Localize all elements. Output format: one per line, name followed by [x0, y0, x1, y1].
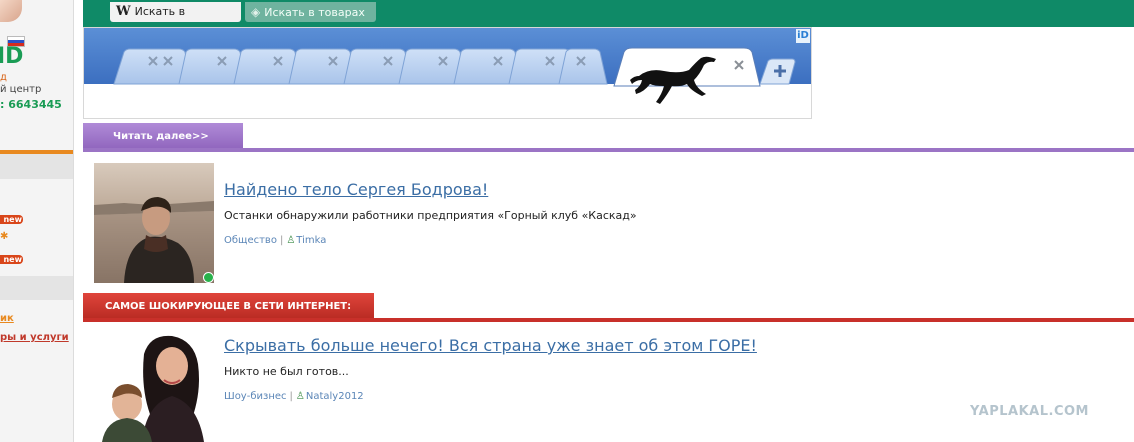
article-category[interactable]: Общество — [224, 235, 277, 246]
online-status-icon — [203, 272, 214, 283]
user-icon: ♙ — [295, 391, 305, 402]
sidebar-link[interactable]: ик — [0, 313, 14, 324]
user-icon: ♙ — [286, 235, 296, 246]
photo-woman-boy — [94, 334, 214, 442]
wiki-icon: W — [116, 4, 131, 19]
sidebar-link[interactable]: ры и услуги — [0, 332, 69, 343]
article-author[interactable]: Nataly2012 — [306, 391, 364, 402]
read-more-tab[interactable]: Читать далее>> — [83, 123, 243, 150]
eye-icon: ◈ — [251, 5, 261, 19]
avatar[interactable] — [0, 0, 22, 22]
sidebar-phone: : 6643445 — [0, 98, 62, 111]
sidebar-block — [0, 276, 73, 300]
sidebar-block — [0, 154, 73, 179]
search-bar: WИскать в интернете ◈Искать в товарах — [83, 0, 1134, 38]
article-description: Никто не был готов... — [224, 365, 349, 378]
article-meta: Общество | ♙Timka — [224, 235, 326, 246]
shocking-section-tab[interactable]: САМОЕ ШОКИРУЮЩЕЕ В СЕТИ ИНТЕРНЕТ: — [83, 293, 374, 320]
article-title[interactable]: Скрывать больше нечего! Вся страна уже з… — [224, 336, 757, 355]
article-category[interactable]: Шоу-бизнес — [224, 391, 287, 402]
new-badge: new — [0, 255, 23, 264]
ad-choices-icon[interactable]: iD — [796, 29, 810, 43]
ad-banner[interactable]: iD — [83, 27, 812, 119]
article-title[interactable]: Найдено тело Сергея Бодрова! — [224, 180, 488, 199]
meta-separator: | — [289, 391, 293, 402]
search-web-tab[interactable]: WИскать в интернете — [110, 2, 241, 38]
section-divider — [83, 148, 1134, 152]
new-badge: new — [0, 215, 23, 224]
article-author[interactable]: Timka — [296, 235, 326, 246]
section-divider — [83, 318, 1134, 322]
sidebar-logo-text: ID — [0, 44, 24, 69]
left-sidebar: ID д й центр : 6643445 new ✱ new ик ры и… — [0, 0, 74, 442]
meta-separator: | — [279, 235, 284, 246]
photo-man — [94, 163, 214, 283]
watermark: YAPLAKAL.COM — [970, 404, 1089, 419]
inactive-tabs — [113, 48, 608, 85]
article-meta: Шоу-бизнес | ♙Nataly2012 — [224, 391, 364, 402]
search-goods-tab[interactable]: ◈ Искать в товарах — [245, 2, 376, 22]
browser-tabs-illustration — [84, 28, 811, 118]
star-icon: ✱ — [0, 231, 9, 242]
sidebar-text-1: д — [0, 72, 7, 83]
article-thumbnail[interactable] — [94, 163, 214, 283]
article-thumbnail[interactable] — [94, 334, 214, 442]
article-description: Останки обнаружили работники предприятия… — [224, 209, 637, 222]
sidebar-text-2: й центр — [0, 84, 42, 95]
search-goods-label: Искать в товарах — [264, 6, 365, 19]
